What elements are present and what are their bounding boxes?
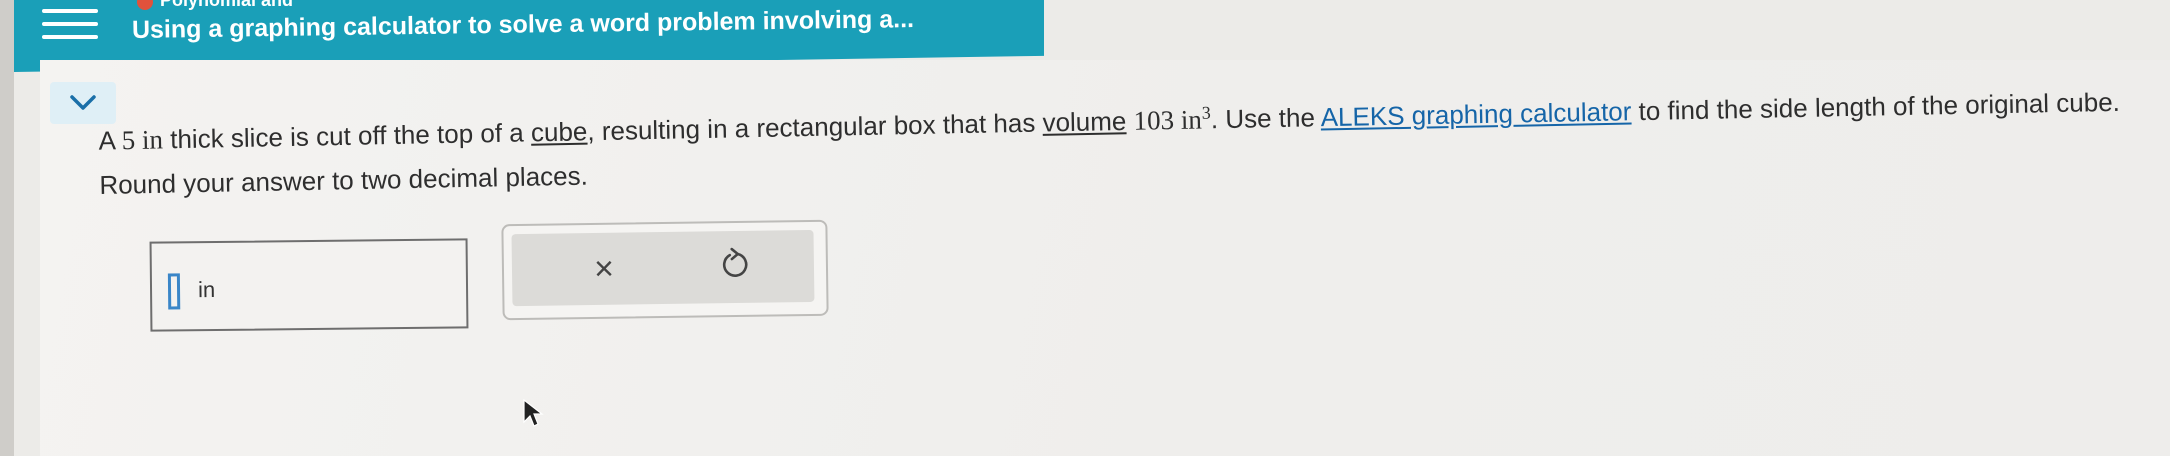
question-text-part: thick slice is cut off the top of a: [169, 117, 525, 155]
question-text-part: . Use the: [1210, 102, 1316, 135]
answer-actions: ×: [501, 219, 829, 321]
cube-link[interactable]: cube: [531, 116, 588, 147]
clear-button[interactable]: ×: [584, 249, 625, 290]
question-text-part: , resulting in a rectangular box that ha…: [587, 107, 1036, 147]
question-text-part: A: [98, 125, 115, 156]
left-edge-strip: [0, 0, 14, 456]
topic-subtitle: Polynomial and: [160, 0, 294, 10]
thickness-value: 5 in: [121, 124, 164, 156]
chevron-down-icon: [70, 95, 96, 110]
menu-icon[interactable]: [42, 2, 98, 46]
mouse-pointer-icon: [523, 398, 544, 427]
volume-link[interactable]: volume: [1042, 106, 1126, 138]
answer-input[interactable]: in: [149, 238, 469, 332]
undo-button[interactable]: [718, 245, 759, 286]
input-cursor: [167, 273, 181, 310]
volume-value: 103 in: [1133, 104, 1203, 136]
undo-icon: [722, 247, 748, 277]
calculator-link[interactable]: ALEKS graphing calculator: [1320, 96, 1631, 132]
actions-toolbar: ×: [511, 229, 815, 307]
answer-unit: in: [197, 276, 216, 303]
